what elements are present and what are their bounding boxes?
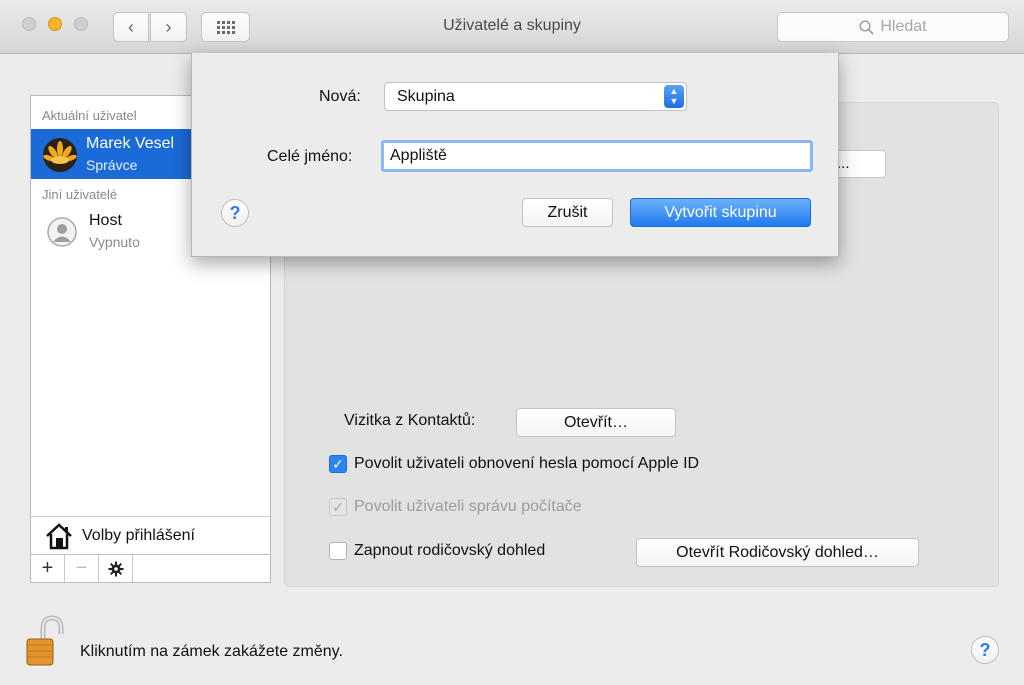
help-button[interactable]: ? (971, 636, 999, 664)
lock-status-text: Kliknutím na zámek zakážete změny. (80, 643, 343, 660)
search-placeholder: Hledat (880, 18, 927, 35)
list-toolbar: + − (31, 554, 270, 582)
user-name: Marek Vesel (86, 135, 175, 152)
user-avatar-icon (43, 138, 77, 172)
checkbox-label: Povolit uživateli obnovení hesla pomocí … (354, 455, 700, 472)
login-options-item[interactable]: Volby přihlášení (31, 516, 270, 554)
search-icon (859, 19, 874, 35)
house-icon (46, 522, 72, 549)
reset-password-checkbox-row[interactable]: ✓ Povolit uživateli obnovení hesla pomoc… (329, 455, 699, 473)
user-name: Host (89, 212, 122, 229)
admin-checkbox-row: ✓ Povolit uživateli správu počítače (329, 498, 582, 516)
section-current-user: Aktuální uživatel (42, 108, 137, 123)
help-button[interactable]: ? (221, 199, 249, 227)
new-account-type-label: Nová: (319, 88, 361, 105)
checkbox-label: Povolit uživateli správu počítače (354, 498, 582, 515)
new-account-sheet: Nová: Skupina ▲▼ Celé jméno: ? Zrušit Vy… (191, 53, 839, 257)
account-type-select[interactable]: Skupina ▲ ▼ (384, 82, 687, 111)
parental-controls-checkbox-row[interactable]: Zapnout rodičovský dohled (329, 542, 545, 560)
search-input[interactable]: Hledat (777, 12, 1009, 42)
account-type-value: Skupina (397, 88, 455, 105)
create-group-button[interactable]: Vytvořit skupinu (630, 198, 811, 227)
full-name-input[interactable] (381, 140, 813, 172)
open-contact-button[interactable]: Otevřít… (516, 408, 676, 437)
open-parental-controls-button[interactable]: Otevřít Rodičovský dohled… (636, 538, 919, 567)
gear-glyph (108, 561, 123, 576)
user-role: Správce (86, 157, 138, 173)
cancel-button[interactable]: Zrušit (522, 198, 613, 227)
user-role: Vypnuto (89, 234, 140, 250)
full-name-label: Celé jméno: (267, 148, 353, 165)
parental-controls-checkbox[interactable] (329, 542, 347, 560)
lock-icon[interactable] (21, 614, 67, 668)
reset-password-checkbox[interactable]: ✓ (329, 455, 347, 473)
admin-checkbox: ✓ (329, 498, 347, 516)
checkbox-label: Zapnout rodičovský dohled (354, 542, 546, 559)
title-bar: ‹ › Uživatelé a skupiny Hledat (0, 0, 1024, 54)
gear-icon[interactable] (99, 555, 133, 582)
section-other-users: Jiní uživatelé (42, 187, 118, 202)
updown-arrows-icon: ▲ ▼ (664, 85, 684, 108)
guest-avatar-icon (47, 217, 77, 247)
login-options-label: Volby přihlášení (82, 526, 195, 544)
contact-card-label: Vizitka z Kontaktů: (344, 412, 476, 429)
remove-user-button[interactable]: − (65, 555, 99, 582)
add-user-button[interactable]: + (31, 555, 65, 582)
